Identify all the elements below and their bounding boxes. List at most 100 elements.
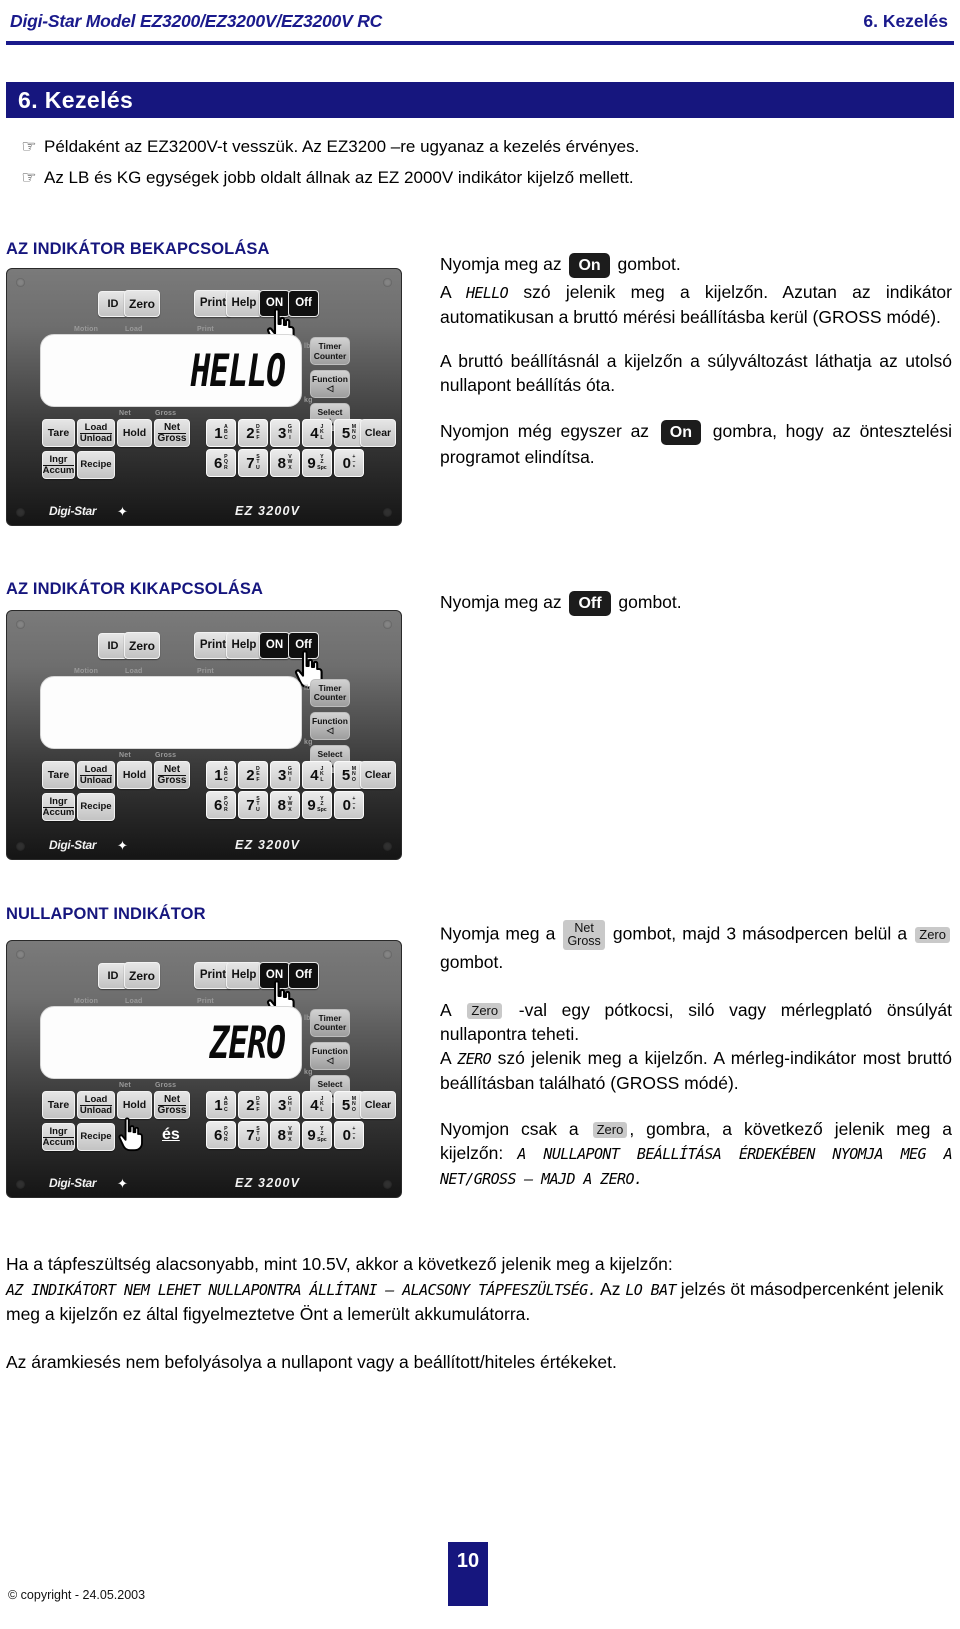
device-key-load-unload[interactable]: Load Unload <box>77 761 115 789</box>
numkey-2[interactable]: 2DEF <box>238 419 268 447</box>
numkey-4[interactable]: 4JKL <box>302 419 332 447</box>
device-key-function[interactable]: Function ◁ <box>310 370 350 398</box>
device-brand-logo: Digi-Star <box>49 504 97 518</box>
numkey-6[interactable]: 6PQR <box>206 1121 236 1149</box>
numkey-8[interactable]: 8VWX <box>270 791 300 819</box>
device-key-load-unload[interactable]: Load Unload <box>77 1091 115 1119</box>
device-key-on[interactable]: ON <box>259 290 290 317</box>
inline-key-net-gross[interactable]: Net Gross <box>563 920 605 950</box>
device-key-recipe[interactable]: Recipe <box>77 1123 115 1151</box>
device-key-clear[interactable]: Clear <box>360 419 396 447</box>
device-key-clear[interactable]: Clear <box>360 1091 396 1119</box>
device-key-hold[interactable]: Hold <box>117 761 152 789</box>
device-key-net-gross[interactable]: Net Gross <box>154 761 190 789</box>
paragraph-power-loss: Az áramkiesés nem befolyásolya a nullapo… <box>6 1352 617 1372</box>
numkey-0[interactable]: 0 + – * <box>334 449 364 477</box>
numkey-9[interactable]: 9 Y Z Spc <box>302 449 332 477</box>
numkey-0[interactable]: 0 + – * <box>334 1121 364 1149</box>
hand-cursor-icon <box>115 1116 145 1152</box>
device-key-tare[interactable]: Tare <box>42 419 75 447</box>
device-key-ingr-accum[interactable]: Ingr Accum <box>42 793 75 821</box>
screw-icon <box>383 278 392 287</box>
device-key-clear[interactable]: Clear <box>360 761 396 789</box>
device-model-label: EZ 3200V <box>235 504 301 518</box>
device-key-net-gross[interactable]: Net Gross <box>154 419 190 447</box>
inline-key-zero[interactable]: Zero <box>467 1003 503 1020</box>
device-key-ingr-accum[interactable]: Ingr Accum <box>42 451 75 479</box>
device-key-help[interactable]: Help <box>226 290 262 317</box>
inline-key-on[interactable]: On <box>569 252 610 278</box>
numkey-7[interactable]: 7STU <box>238 1121 268 1149</box>
device-key-timer-counter[interactable]: Timer Counter <box>310 679 350 707</box>
section-heading-power-off: AZ INDIKÁTOR KIKAPCSOLÁSA <box>6 580 264 598</box>
device-key-ingr-accum[interactable]: Ingr Accum <box>42 1123 75 1151</box>
note-item: ☞ Példaként az EZ3200V-t vesszük. Az EZ3… <box>14 135 944 158</box>
numkey-6[interactable]: 6PQR <box>206 791 236 819</box>
device-key-recipe[interactable]: Recipe <box>77 793 115 821</box>
microlabel-motion: Motion <box>74 326 99 333</box>
header-divider <box>6 41 954 45</box>
numkey-1[interactable]: 1ABC <box>206 1091 236 1119</box>
page-header: Digi-Star Model EZ3200/EZ3200V/EZ3200V R… <box>0 0 960 42</box>
device-key-timer-counter[interactable]: Timer Counter <box>310 337 350 365</box>
inline-key-on[interactable]: On <box>660 419 702 445</box>
device-key-function[interactable]: Function ◁ <box>310 712 350 740</box>
device-key-off[interactable]: Off <box>288 632 319 659</box>
numkey-3[interactable]: 3GHI <box>270 761 300 789</box>
numkey-3[interactable]: 3GHI <box>270 1091 300 1119</box>
numkey-8[interactable]: 8VWX <box>270 1121 300 1149</box>
microlabel-motion: Motion <box>74 668 99 675</box>
device-model-label: EZ 3200V <box>235 1176 301 1190</box>
device-key-zero[interactable]: Zero <box>124 290 160 317</box>
numkey-2[interactable]: 2DEF <box>238 1091 268 1119</box>
device-key-tare[interactable]: Tare <box>42 1091 75 1119</box>
numkey-2[interactable]: 2DEF <box>238 761 268 789</box>
device-key-load-unload[interactable]: Load Unload <box>77 419 115 447</box>
device-key-off[interactable]: Off <box>288 962 319 989</box>
device-key-hold[interactable]: Hold <box>117 1091 152 1119</box>
device-model-label: EZ 3200V <box>235 838 301 852</box>
numkey-9[interactable]: 9 Y Z Spc <box>302 791 332 819</box>
numkey-0[interactable]: 0 + – * <box>334 791 364 819</box>
paragraph-selftest: Nyomjon még egyszer az On gombra, hogy a… <box>440 419 952 467</box>
device-key-help[interactable]: Help <box>226 632 262 659</box>
device-key-tare[interactable]: Tare <box>42 761 75 789</box>
microlabel-gross: Gross <box>155 752 177 759</box>
device-lcd-display: ZERO <box>40 1006 302 1079</box>
device-key-function[interactable]: Function ◁ <box>310 1042 350 1070</box>
numkey-4[interactable]: 4JKL <box>302 761 332 789</box>
microlabel-load: Load <box>125 326 143 333</box>
note-item: ☞ Az LB és KG egységek jobb oldalt állna… <box>14 166 944 189</box>
device-right-keycolumn: TimerCounter Function◁ Select△ <box>310 337 350 431</box>
device-key-help[interactable]: Help <box>226 962 262 989</box>
numkey-6[interactable]: 6PQR <box>206 449 236 477</box>
device-key-on[interactable]: ON <box>259 632 290 659</box>
page-title: 6. Kezelés <box>18 86 134 113</box>
microlabel-print: Print <box>197 326 214 333</box>
numkey-7[interactable]: 7STU <box>238 791 268 819</box>
numkey-1[interactable]: 1ABC <box>206 419 236 447</box>
numkey-1[interactable]: 1ABC <box>206 761 236 789</box>
numkey-9[interactable]: 9 Y Z Spc <box>302 1121 332 1149</box>
inline-key-zero[interactable]: Zero <box>915 927 950 943</box>
microlabel-gross: Gross <box>155 1082 177 1089</box>
device-key-net-gross[interactable]: Net Gross <box>154 1091 190 1119</box>
numkey-3[interactable]: 3GHI <box>270 419 300 447</box>
device-key-hold[interactable]: Hold <box>117 419 152 447</box>
inline-key-zero[interactable]: Zero <box>592 1122 628 1139</box>
device-key-timer-counter[interactable]: Timer Counter <box>310 1009 350 1037</box>
device-key-recipe[interactable]: Recipe <box>77 451 115 479</box>
device-key-zero[interactable]: Zero <box>124 632 160 659</box>
section-heading-power-on: AZ INDIKÁTOR BEKAPCSOLÁSA <box>6 240 270 258</box>
device-key-off[interactable]: Off <box>288 290 319 317</box>
device-key-zero[interactable]: Zero <box>124 962 160 989</box>
numkey-4[interactable]: 4JKL <box>302 1091 332 1119</box>
device-key-on[interactable]: ON <box>259 962 290 989</box>
numkey-8[interactable]: 8VWX <box>270 449 300 477</box>
lcd-word-hello: HELLO <box>465 283 509 302</box>
inline-key-off[interactable]: Off <box>569 590 611 616</box>
screw-icon <box>16 278 25 287</box>
intro-notes: ☞ Példaként az EZ3200V-t vesszük. Az EZ3… <box>14 135 944 197</box>
numkey-7[interactable]: 7STU <box>238 449 268 477</box>
device-panel-zero: ID Zero Print Help ON Off Motion Load Pr… <box>6 940 402 1198</box>
